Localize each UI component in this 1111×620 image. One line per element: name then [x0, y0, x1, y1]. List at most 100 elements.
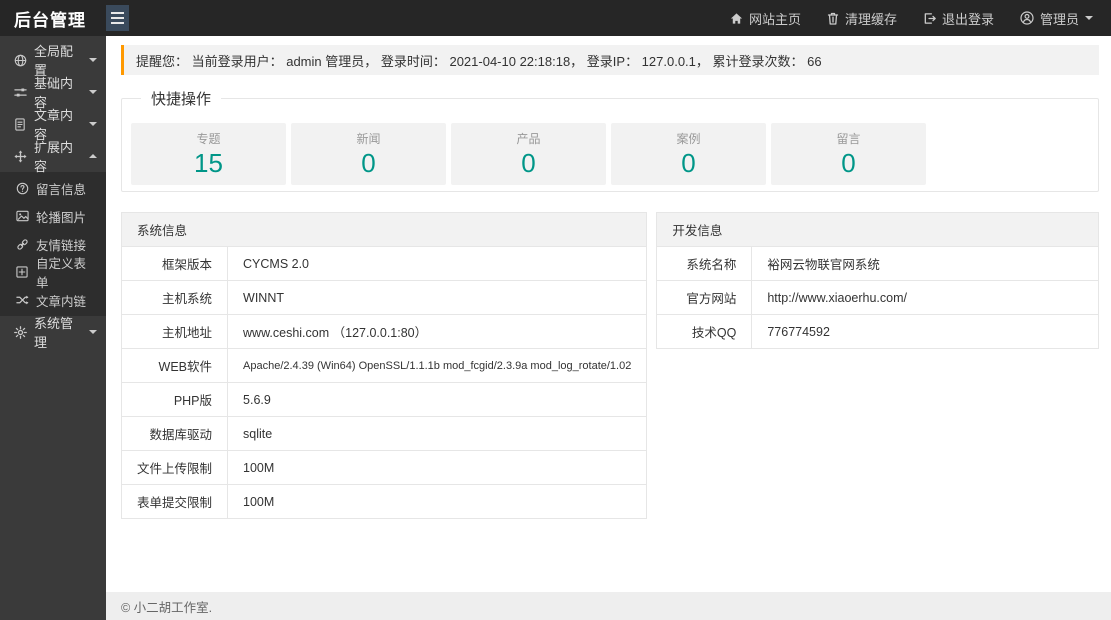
sidebar-item-label: 轮播图片: [36, 210, 87, 225]
chevron-up-icon: [89, 154, 97, 158]
table-row: WEB软件 Apache/2.4.39 (Win64) OpenSSL/1.1.…: [120, 348, 648, 383]
table-row: 技术QQ 776774592: [656, 314, 1099, 349]
sidebar-item-label: 友情链接: [36, 238, 87, 253]
stat-card-messages[interactable]: 留言 0: [771, 123, 926, 185]
stat-value: 0: [361, 147, 376, 178]
stat-label: 专题: [196, 131, 221, 146]
row-label: 系统名称: [656, 246, 753, 281]
row-value: 776774592: [751, 314, 1099, 349]
official-site-link[interactable]: http://www.xiaoerhu.com/: [751, 280, 1099, 315]
sidebar-item-custom-forms[interactable]: 自定义表单: [0, 257, 106, 290]
stat-label: 产品: [516, 131, 541, 146]
main-content: 提醒您： 当前登录用户： admin 管理员， 登录时间： 2021-04-10…: [106, 36, 1111, 592]
sidebar-item-label: 系统管理: [34, 316, 74, 350]
table-title: 开发信息: [656, 212, 1099, 247]
chevron-down-icon: [89, 58, 97, 62]
hamburger-menu-button[interactable]: [106, 5, 129, 31]
topbar-nav: 网站主页 清理缓存 退出登录 管理员: [730, 9, 1111, 28]
stat-value: 0: [841, 147, 856, 178]
link-icon: [15, 237, 29, 251]
stat-value: 0: [681, 147, 696, 178]
row-label: 表单提交限制: [120, 484, 229, 519]
quick-actions-legend: 快捷操作: [151, 91, 212, 108]
stat-card-products[interactable]: 产品 0: [451, 123, 606, 185]
row-value: 100M: [227, 450, 648, 485]
table-row: 数据库驱动 sqlite: [120, 416, 648, 451]
row-label: 文件上传限制: [120, 450, 229, 485]
nav-label: 网站主页: [748, 11, 801, 27]
nav-label: 退出登录: [941, 11, 994, 27]
image-icon: [15, 209, 29, 223]
dev-info-column: 开发信息 系统名称 裕网云物联官网系统 官方网站 http://www.xiao…: [656, 212, 1099, 519]
stat-cards: 专题 15 新闻 0 产品 0 案例 0 留言 0: [131, 123, 1089, 185]
footer: © 小二胡工作室.: [106, 592, 1111, 620]
stat-card-news[interactable]: 新闻 0: [291, 123, 446, 185]
row-label: 主机地址: [120, 314, 229, 349]
trash-icon: [827, 12, 839, 25]
row-label: 技术QQ: [656, 314, 753, 349]
table-row: 表单提交限制 100M: [120, 484, 648, 519]
info-tables: 系统信息 框架版本 CYCMS 2.0 主机系统 WINNT 主机地址 www.…: [120, 212, 1099, 519]
row-label: 主机系统: [120, 280, 229, 315]
sidebar-item-system-management[interactable]: 系统管理: [0, 316, 106, 350]
row-label: 官方网站: [656, 280, 753, 315]
home-icon: [730, 12, 743, 25]
table-row: 框架版本 CYCMS 2.0: [120, 246, 648, 281]
table-plus-icon: [15, 265, 29, 279]
system-info-column: 系统信息 框架版本 CYCMS 2.0 主机系统 WINNT 主机地址 www.…: [120, 212, 648, 519]
system-info-table: 系统信息 框架版本 CYCMS 2.0 主机系统 WINNT 主机地址 www.…: [120, 212, 648, 519]
sidebar-item-message-info[interactable]: 留言信息: [0, 174, 106, 202]
stat-value: 0: [521, 147, 536, 178]
footer-text: © 小二胡工作室.: [121, 600, 213, 615]
nav-logout[interactable]: 退出登录: [923, 9, 994, 28]
sidebar-item-global-config[interactable]: 全局配置: [0, 44, 106, 78]
user-icon: [1020, 11, 1034, 25]
stat-label: 留言: [836, 131, 861, 146]
table-row: 主机地址 www.ceshi.com （127.0.0.1:80）: [120, 314, 648, 349]
row-value: CYCMS 2.0: [227, 246, 648, 281]
shuffle-icon: [15, 293, 29, 307]
table-row: PHP版 5.6.9: [120, 382, 648, 417]
table-row: 文件上传限制 100M: [120, 450, 648, 485]
question-circle-icon: [15, 181, 29, 195]
sliders-icon: [13, 85, 27, 99]
stat-label: 案例: [676, 131, 701, 146]
sidebar-item-carousel-images[interactable]: 轮播图片: [0, 202, 106, 230]
file-icon: [13, 117, 27, 131]
row-label: WEB软件: [120, 348, 229, 383]
row-label: PHP版: [120, 382, 229, 417]
extended-content-submenu: 留言信息 轮播图片 友情链接 自定义表单 文章内链: [0, 172, 106, 316]
sidebar-item-article-content[interactable]: 文章内容: [0, 108, 106, 142]
sidebar: 全局配置 基础内容 文章内容 扩展内容 留言信息 轮播图片 友情链接 自定义表单…: [0, 36, 106, 620]
topbar: 后台管理 网站主页 清理缓存 退出登录 管理员: [0, 0, 1111, 36]
chevron-down-icon: [89, 122, 97, 126]
chevron-down-icon: [89, 90, 97, 94]
row-value: 5.6.9: [227, 382, 648, 417]
nav-label: 清理缓存: [844, 11, 897, 27]
nav-admin-user[interactable]: 管理员: [1020, 9, 1093, 28]
row-value: Apache/2.4.39 (Win64) OpenSSL/1.1.1b mod…: [227, 348, 648, 383]
stat-card-topics[interactable]: 专题 15: [131, 123, 286, 185]
table-row: 系统名称 裕网云物联官网系统: [656, 246, 1099, 281]
nav-clear-cache[interactable]: 清理缓存: [827, 9, 897, 28]
nav-label: 管理员: [1039, 11, 1079, 27]
sidebar-item-extended-content[interactable]: 扩展内容: [0, 140, 106, 174]
globe-icon: [13, 53, 27, 67]
stat-value: 15: [194, 147, 223, 178]
stat-card-cases[interactable]: 案例 0: [611, 123, 766, 185]
row-value: WINNT: [227, 280, 648, 315]
arrows-icon: [13, 149, 27, 163]
alert-text: 提醒您： 当前登录用户： admin 管理员， 登录时间： 2021-04-10…: [136, 53, 822, 69]
quick-actions-panel: 快捷操作 专题 15 新闻 0 产品 0 案例 0 留言 0: [121, 88, 1099, 192]
sidebar-item-label: 自定义表单: [36, 257, 87, 290]
row-value: 裕网云物联官网系统: [751, 246, 1099, 281]
sidebar-item-basic-content[interactable]: 基础内容: [0, 76, 106, 110]
stat-label: 新闻: [356, 131, 381, 146]
dev-info-table: 开发信息 系统名称 裕网云物联官网系统 官方网站 http://www.xiao…: [656, 212, 1099, 349]
app-title: 后台管理: [14, 10, 86, 30]
chevron-down-icon: [1085, 16, 1093, 20]
table-title: 系统信息: [120, 212, 648, 247]
row-value: sqlite: [227, 416, 648, 451]
login-info-alert: 提醒您： 当前登录用户： admin 管理员， 登录时间： 2021-04-10…: [121, 45, 1099, 75]
nav-site-home[interactable]: 网站主页: [730, 9, 801, 28]
